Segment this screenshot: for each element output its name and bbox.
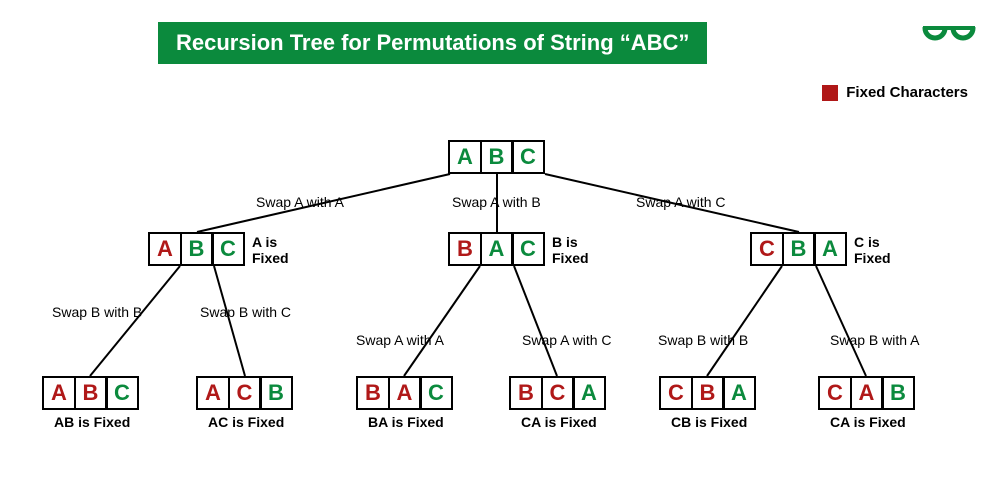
cell: B [691,376,725,410]
cell: B [74,376,108,410]
tree-leaf: A C B [196,376,293,410]
tree-leaf: B C A [509,376,606,410]
edge-label: Swap B with C [200,304,291,320]
cell: B [259,376,293,410]
edge-label: Swap A with A [256,194,344,210]
cell: C [211,232,245,266]
cell: B [509,376,543,410]
tree-leaf: B A C [356,376,453,410]
cell: A [480,232,514,266]
edge-label: Swap A with C [636,194,726,210]
side-label: A isFixed [252,234,289,266]
cell: B [782,232,816,266]
edge-label: Swap A with A [356,332,444,348]
leaf-label: CB is Fixed [671,414,747,430]
cell: B [881,376,915,410]
cell: C [105,376,139,410]
edge-label: Swap A with B [452,194,541,210]
page-title: Recursion Tree for Permutations of Strin… [158,22,707,64]
cell: C [228,376,262,410]
leaf-label: AB is Fixed [54,414,130,430]
edge-label: Swap B with A [830,332,920,348]
tree-leaf: A B C [42,376,139,410]
cell: C [818,376,852,410]
tree-node: C B A [750,232,847,266]
tree-leaf: C B A [659,376,756,410]
edge-label: Swap B with B [658,332,748,348]
side-label: C isFixed [854,234,891,266]
cell: C [541,376,575,410]
geeksforgeeks-logo [922,14,976,47]
cell: C [659,376,693,410]
tree-node: A B C [148,232,245,266]
legend-label: Fixed Characters [846,84,968,101]
cell: A [448,140,482,174]
side-label: B isFixed [552,234,589,266]
tree-node-root: A B C [448,140,545,174]
cell: A [196,376,230,410]
leaf-label: CA is Fixed [521,414,597,430]
tree-node: B A C [448,232,545,266]
cell: B [448,232,482,266]
tree-leaf: C A B [818,376,915,410]
leaf-label: BA is Fixed [368,414,444,430]
cell: B [356,376,390,410]
cell: B [180,232,214,266]
leaf-label: AC is Fixed [208,414,284,430]
cell: A [42,376,76,410]
legend: Fixed Characters [822,84,968,101]
cell: A [388,376,422,410]
legend-swatch [822,85,838,101]
edge-label: Swap A with C [522,332,612,348]
leaf-label: CA is Fixed [830,414,906,430]
cell: A [722,376,756,410]
edge-label: Swap B with B [52,304,142,320]
cell: A [572,376,606,410]
cell: C [511,140,545,174]
cell: C [511,232,545,266]
cell: A [850,376,884,410]
cell: B [480,140,514,174]
cell: C [419,376,453,410]
cell: A [813,232,847,266]
cell: C [750,232,784,266]
cell: A [148,232,182,266]
